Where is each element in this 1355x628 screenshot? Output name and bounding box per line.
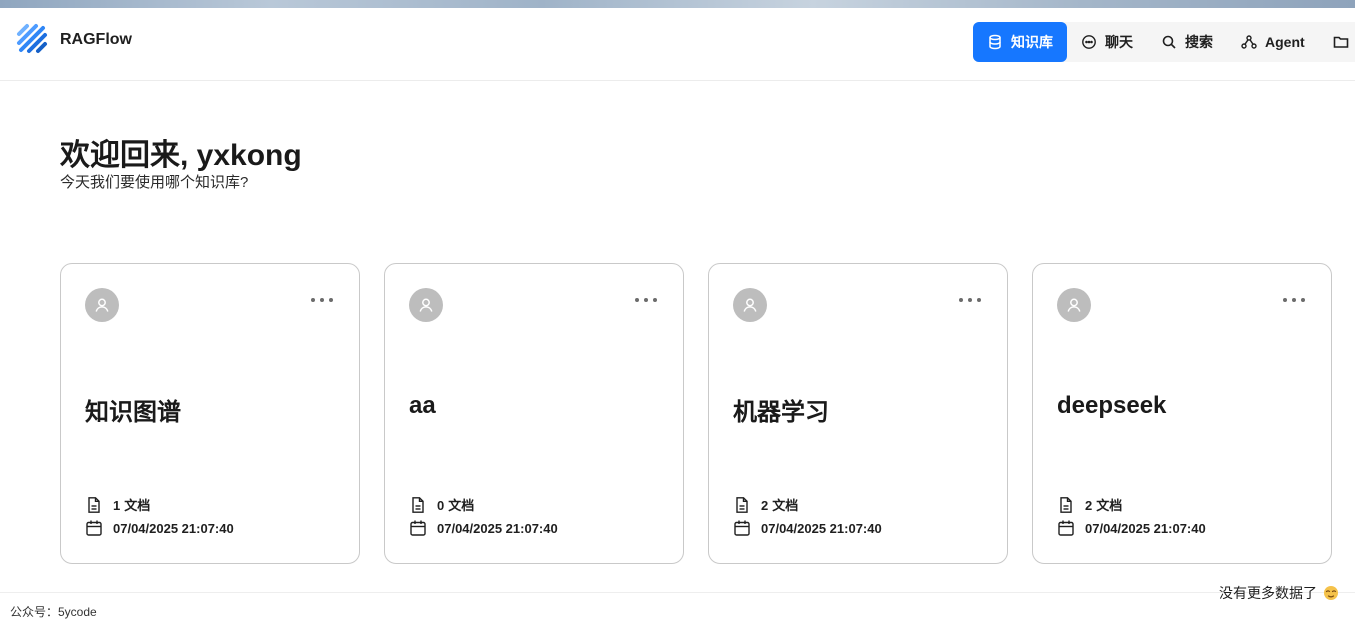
card-date: 07/04/2025 21:07:40 [761,520,882,536]
date-row: 07/04/2025 21:07:40 [733,519,882,537]
more-options-icon[interactable] [635,298,657,302]
user-icon [743,298,757,312]
no-more-data-message: 没有更多数据了 [1219,583,1339,603]
document-icon [88,496,100,513]
page-title: 欢迎回来, yxkong [60,139,302,172]
avatar [1057,288,1091,322]
doc-label: 文档 [1096,498,1123,513]
document-icon [412,496,424,513]
window-top-strip [0,0,1355,8]
knowledge-base-card[interactable]: deepseek 2 文档 07/04/2025 21:07:40 [1032,263,1332,564]
avatar [409,288,443,322]
calendar-icon [734,520,750,536]
doc-count-row: 2 文档 [733,495,798,514]
doc-label: 文档 [448,498,475,513]
card-date: 07/04/2025 21:07:40 [1085,520,1206,536]
page-subtitle: 今天我们要使用哪个知识库? [60,174,249,191]
nav-item-agent[interactable]: Agent [1227,22,1319,62]
search-icon [1162,35,1176,49]
app-header: RAGFlow 知识库 聊天 搜索 Agent [0,8,1355,81]
more-options-icon[interactable] [311,298,333,302]
doc-count-row: 0 文档 [409,495,474,514]
knowledge-base-card[interactable]: aa 0 文档 07/04/2025 21:07:40 [384,263,684,564]
user-icon [95,298,109,312]
more-options-icon[interactable] [1283,298,1305,302]
card-title: 知识图谱 [85,399,181,426]
knowledge-base-card[interactable]: 机器学习 2 文档 07/04/2025 21:07:40 [708,263,1008,564]
doc-count: 2 [761,498,769,513]
nav-item-label: 知识库 [1011,34,1053,50]
card-title: aa [409,392,436,419]
folder-icon [1333,36,1348,48]
nav-item-files[interactable] [1319,22,1355,62]
nav-item-knowledge-base[interactable]: 知识库 [973,22,1067,62]
doc-count: 2 [1085,498,1093,513]
calendar-icon [410,520,426,536]
main-nav: 知识库 聊天 搜索 Agent [973,22,1355,62]
document-icon [1060,496,1072,513]
doc-count-row: 2 文档 [1057,495,1122,514]
app-name: RAGFlow [60,31,132,48]
date-row: 07/04/2025 21:07:40 [409,519,558,537]
knowledge-base-card[interactable]: 知识图谱 1 文档 07/04/2025 21:07:40 [60,263,360,564]
watermark-text: 公众号：5ycode [10,605,97,619]
avatar [733,288,767,322]
chat-icon [1082,35,1096,49]
doc-label: 文档 [124,498,151,513]
avatar [85,288,119,322]
date-row: 07/04/2025 21:07:40 [85,519,234,537]
footer-divider [0,592,1355,593]
ragflow-logo-icon[interactable] [15,22,49,56]
more-options-icon[interactable] [959,298,981,302]
nav-item-search[interactable]: 搜索 [1147,22,1227,62]
date-row: 07/04/2025 21:07:40 [1057,519,1206,537]
nav-item-chat[interactable]: 聊天 [1067,22,1147,62]
card-title: 机器学习 [733,399,829,426]
calendar-icon [1058,520,1074,536]
calendar-icon [86,520,102,536]
card-title: deepseek [1057,392,1167,419]
nav-item-label: Agent [1265,34,1305,50]
smirk-emoji-icon [1324,586,1338,600]
doc-count-row: 1 文档 [85,495,150,514]
document-icon [736,496,748,513]
doc-count: 0 [437,498,445,513]
user-icon [1067,298,1081,312]
nav-item-label: 聊天 [1105,34,1133,50]
doc-label: 文档 [772,498,799,513]
database-icon [989,34,1001,50]
agent-icon [1241,35,1257,49]
card-date: 07/04/2025 21:07:40 [437,520,558,536]
no-more-text: 没有更多数据了 [1219,585,1317,601]
doc-count: 1 [113,498,121,513]
user-icon [419,298,433,312]
card-date: 07/04/2025 21:07:40 [113,520,234,536]
nav-item-label: 搜索 [1185,34,1213,50]
